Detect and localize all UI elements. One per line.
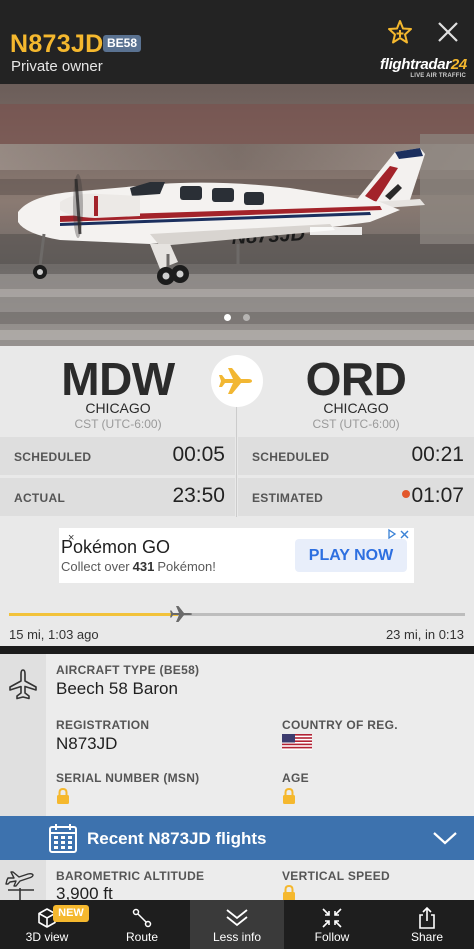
brand-name: flightradar24 — [380, 56, 467, 73]
route-divider — [236, 395, 237, 517]
arrival-scheduled-cell: SCHEDULED 00:21 — [238, 437, 474, 475]
departure-plane-icon — [5, 871, 34, 900]
destination-timezone: CST (UTC-6:00) — [312, 417, 400, 431]
aircraft-type-value: Beech 58 Baron — [56, 679, 178, 698]
altitude-sidebar — [0, 860, 46, 900]
arrival-estimated-time: 01:07 — [411, 484, 464, 507]
flightradar24-logo: flightradar24 LIVE AIR TRAFFIC — [380, 56, 467, 82]
nav-follow-label: Follow — [314, 930, 350, 944]
aircraft-info-sidebar — [0, 654, 46, 816]
nav-follow[interactable]: Follow — [285, 900, 379, 949]
barometric-altitude-label: BAROMETRIC ALTITUDE — [56, 869, 205, 883]
photo-page-dot[interactable] — [243, 314, 250, 321]
flight-progress-fill — [9, 613, 178, 616]
nav-less-info-label: Less info — [212, 930, 262, 944]
aircraft-icon — [9, 669, 37, 700]
nav-route[interactable]: Route — [95, 900, 189, 949]
chevron-down-icon — [433, 832, 457, 845]
recent-flights-bar[interactable]: Recent N873JD flights — [0, 816, 474, 860]
origin-city: CHICAGO — [85, 400, 151, 416]
vertical-speed-label: VERTICAL SPEED — [282, 869, 390, 883]
nav-share-label: Share — [410, 930, 444, 944]
departure-scheduled-label: SCHEDULED — [14, 450, 92, 464]
origin-code: MDW — [61, 353, 175, 405]
nav-less-info[interactable]: Less info — [190, 900, 284, 949]
arrival-scheduled-time: 00:21 — [411, 443, 464, 466]
progress-remaining-text: 23 mi, in 0:13 — [385, 627, 464, 642]
nav-share[interactable]: Share — [380, 900, 474, 949]
destination-city: CHICAGO — [323, 400, 389, 416]
departure-scheduled-time: 00:05 — [172, 443, 225, 466]
departure-scheduled-cell: SCHEDULED 00:05 — [0, 437, 235, 475]
departure-actual-time: 23:50 — [172, 484, 225, 507]
destination-code: ORD — [305, 353, 407, 405]
brand-number: 24 — [450, 56, 467, 73]
brand-tagline: LIVE AIR TRAFFIC — [410, 73, 466, 79]
ad-subtitle-prefix: Collect over — [61, 559, 130, 574]
airplane-icon — [219, 368, 252, 394]
recent-flights-label: Recent N873JD flights — [87, 829, 267, 848]
aircraft-photo[interactable]: N873JD — [0, 84, 474, 346]
us-flag-icon — [282, 734, 312, 750]
share-icon — [419, 906, 435, 929]
close-icon[interactable] — [433, 17, 463, 47]
age-label: AGE — [282, 771, 309, 785]
aircraft-photo-image: N873JD — [0, 84, 474, 346]
new-feature-badge: NEW — [53, 905, 89, 922]
arrival-scheduled-label: SCHEDULED — [252, 450, 330, 464]
brand-name-text: flightradar — [380, 56, 451, 73]
live-status-dot — [402, 490, 411, 499]
origin-timezone: CST (UTC-6:00) — [74, 417, 162, 431]
locked-serial-icon[interactable] — [56, 787, 70, 805]
follow-icon — [322, 908, 342, 928]
ad-title: Pokémon GO — [61, 537, 171, 557]
nav-route-label: Route — [125, 930, 159, 944]
arrival-estimated-label: ESTIMATED — [252, 491, 324, 505]
route-icon — [132, 908, 152, 928]
registration-value: N873JD — [56, 734, 118, 753]
ad-play-now-button[interactable]: PLAY NOW — [295, 539, 407, 572]
serial-number-label: SERIAL NUMBER (MSN) — [56, 771, 200, 785]
ad-subtitle-count: 431 — [132, 559, 155, 574]
ad-banner[interactable]: × Pokémon GO Collect over 431 Pokémon! PLA… — [59, 528, 414, 583]
departure-actual-label: ACTUAL — [14, 491, 66, 505]
departure-actual-cell: ACTUAL 23:50 — [0, 478, 235, 516]
callsign-title: N873JD — [10, 30, 104, 58]
aircraft-header: N873JD BE58 Private owner flightradar24 … — [0, 0, 474, 84]
owner-subtitle: Private owner — [11, 58, 103, 75]
country-of-reg-label: COUNTRY OF REG. — [282, 718, 398, 732]
calendar-icon — [49, 824, 77, 853]
route-plane-badge — [211, 355, 263, 407]
ad-subtitle: Collect over 431 Pokémon! — [61, 559, 216, 574]
registration-label: REGISTRATION — [56, 718, 150, 732]
photo-page-dot-active[interactable] — [224, 314, 231, 321]
progress-flown-text: 15 mi, 1:03 ago — [9, 627, 99, 642]
arrival-estimated-value: 01:07 — [402, 484, 464, 508]
ad-subtitle-suffix: Pokémon! — [157, 559, 216, 574]
add-favorite-icon[interactable] — [386, 18, 414, 46]
progress-airplane-icon — [170, 606, 192, 622]
nav-3d-view-label: 3D view — [25, 930, 69, 944]
arrival-estimated-cell: ESTIMATED 01:07 — [238, 478, 474, 516]
aircraft-type-badge: BE58 — [103, 35, 142, 52]
aircraft-type-label: AIRCRAFT TYPE (BE58) — [56, 663, 200, 677]
chevrons-down-icon — [226, 909, 248, 927]
locked-age-icon[interactable] — [282, 787, 296, 805]
